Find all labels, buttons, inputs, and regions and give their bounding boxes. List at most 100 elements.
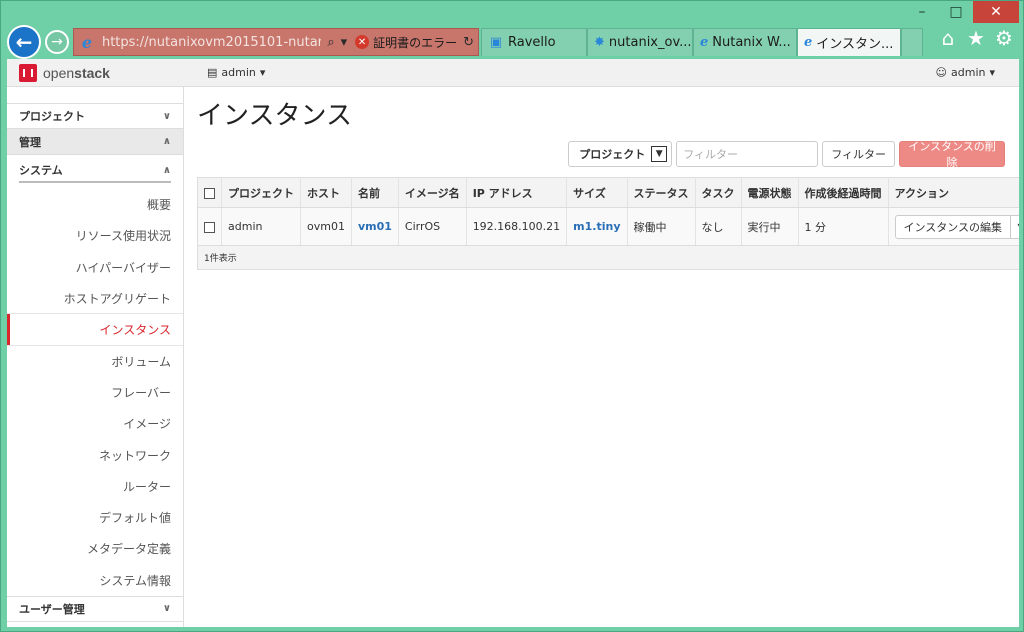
column-header[interactable]: IP アドレス [466, 177, 568, 208]
sidebar-item-networks[interactable]: ネットワーク [7, 439, 183, 470]
sidebar: プロジェクト ∨ 管理 ∧ システム ∧ 概要 リソース使用状況 ハイパーバイザ… [7, 87, 184, 627]
chevron-down-icon: ∨ [162, 603, 171, 615]
cell-image: CirrOS [398, 207, 467, 246]
tab-label: Ravello [508, 35, 556, 50]
filter-button[interactable]: フィルター [822, 141, 895, 167]
column-header: アクション [888, 177, 1019, 208]
sidebar-section-label: プロジェクト [19, 110, 85, 123]
column-header[interactable]: サイズ [566, 177, 628, 208]
user-label: admin [951, 66, 986, 79]
url-text[interactable]: https://nutanixovm2015101-nutan... [102, 35, 321, 50]
cell-project: admin [221, 207, 301, 246]
caret-down-icon: ▾ [989, 66, 995, 79]
delete-instances-button[interactable]: インスタンスの削除 [899, 140, 1005, 169]
cell-host: ovm01 [300, 207, 352, 246]
action-split-button: インスタンスの編集 ▼ [894, 214, 1019, 239]
sidebar-item-overview[interactable]: 概要 [7, 189, 183, 220]
project-dropdown[interactable]: ▤ admin ▾ [207, 66, 265, 79]
column-header[interactable]: ホスト [300, 177, 352, 208]
gear-icon[interactable]: ⚙ [993, 26, 1015, 50]
caret-down-icon[interactable]: ▼ [1011, 214, 1019, 239]
column-header[interactable]: タスク [695, 177, 742, 208]
sidebar-item-hypervisors[interactable]: ハイパーバイザー [7, 252, 183, 283]
close-icon[interactable]: ✕ [973, 1, 1019, 23]
row-count: 1件表示 [197, 245, 1019, 270]
edit-instance-button[interactable]: インスタンスの編集 [894, 214, 1012, 239]
sidebar-section-project[interactable]: プロジェクト ∨ [7, 103, 183, 129]
sidebar-item-host-aggregates[interactable]: ホストアグリゲート [7, 283, 183, 314]
web-page: openstack ▤ admin ▾ ☺ admin ▾ プロジェクト ∨ 管… [7, 59, 1019, 627]
flavor-link[interactable]: m1.tiny [566, 207, 628, 246]
new-tab-button[interactable] [901, 28, 923, 56]
user-icon: ☺ [935, 66, 947, 79]
column-header[interactable]: 名前 [351, 177, 399, 208]
tab-nutanix-web[interactable]: e Nutanix W... [693, 28, 797, 56]
ravello-icon: ▣ [489, 35, 503, 50]
back-arrow-icon[interactable]: ← [7, 25, 41, 59]
ie-icon: e [804, 35, 813, 50]
sidebar-item-flavors[interactable]: フレーバー [7, 377, 183, 408]
sidebar-section-user-management[interactable]: ユーザー管理 ∨ [7, 595, 183, 622]
sidebar-item-instances[interactable]: インスタンス [7, 314, 183, 346]
column-header[interactable]: プロジェクト [221, 177, 301, 208]
project-label: admin [221, 66, 256, 79]
cert-error-icon[interactable]: ✕ [355, 35, 370, 49]
instance-name-link[interactable]: vm01 [351, 207, 399, 246]
pinwheel-icon: ✸ [594, 35, 605, 50]
maximize-icon[interactable]: □ [939, 1, 973, 23]
column-header[interactable]: ステータス [627, 177, 696, 208]
filter-input[interactable] [676, 141, 819, 167]
sidebar-item-resource-usage[interactable]: リソース使用状況 [7, 220, 183, 251]
column-header[interactable]: イメージ名 [398, 177, 467, 208]
ie-icon: e [700, 35, 709, 50]
search-icon[interactable]: ⌕ [327, 35, 334, 50]
row-checkbox[interactable] [204, 221, 215, 233]
caret-down-icon: ▾ [259, 66, 266, 79]
cell-actions: インスタンスの編集 ▼ [888, 207, 1019, 246]
sidebar-item-system-info[interactable]: システム情報 [7, 565, 183, 596]
browser-toolbar-icons: ⌂ ★ ⚙ [937, 26, 1015, 50]
star-icon[interactable]: ★ [965, 26, 987, 50]
sidebar-item-volumes[interactable]: ボリューム [7, 345, 183, 376]
table-footer-row: 1件表示 [197, 245, 1019, 270]
main-content: インスタンス プロジェクト ▼ フィルター インスタンスの削除 プロジェクト ホ… [197, 87, 1019, 270]
chevron-down-icon[interactable]: ▾ [341, 35, 348, 50]
filter-field-select[interactable]: プロジェクト ▼ [568, 141, 673, 167]
address-bar[interactable]: e https://nutanixovm2015101-nutan... ⌕ ▾… [73, 28, 479, 56]
project-icon: ▤ [207, 66, 218, 79]
sidebar-subsection-label: システム [19, 164, 63, 177]
cert-error-label[interactable]: 証明書のエラー [373, 34, 457, 51]
openstack-logo-icon [19, 63, 37, 82]
table-header-row: プロジェクト ホスト 名前 イメージ名 IP アドレス サイズ ステータス タス… [197, 177, 1019, 208]
sidebar-item-defaults[interactable]: デフォルト値 [7, 502, 183, 533]
sidebar-section-admin[interactable]: 管理 ∧ [7, 129, 183, 155]
sidebar-item-metadata-definitions[interactable]: メタデータ定義 [7, 533, 183, 564]
column-header[interactable]: 電源状態 [741, 177, 799, 208]
column-header[interactable]: 作成後経過時間 [798, 177, 889, 208]
tab-ravello[interactable]: ▣ Ravello [481, 28, 587, 56]
tab-label: インスタン... [816, 37, 894, 52]
tab-label: Nutanix W... [712, 35, 791, 50]
top-navbar: openstack ▤ admin ▾ ☺ admin ▾ [7, 59, 1019, 87]
minimize-icon[interactable]: – [905, 1, 939, 23]
select-all-checkbox[interactable] [204, 187, 215, 199]
sidebar-subsection-system[interactable]: システム ∧ [7, 155, 183, 185]
sidebar-item-routers[interactable]: ルーター [7, 471, 183, 502]
cell-ip: 192.168.100.21 [466, 207, 568, 246]
tab-nutanix-ovm[interactable]: ✸ nutanix_ov... [587, 28, 693, 56]
browser-window: – □ ✕ ← → e https://nutanixovm2015101-nu… [0, 0, 1024, 632]
user-dropdown[interactable]: ☺ admin ▾ [936, 66, 995, 79]
openstack-logo[interactable]: openstack [19, 63, 110, 82]
sidebar-item-images[interactable]: イメージ [7, 408, 183, 439]
logo-text: openstack [43, 64, 110, 81]
cell-power: 実行中 [741, 207, 799, 246]
page-title: インスタンス [197, 101, 352, 131]
tab-strip: ▣ Ravello ✸ nutanix_ov... e Nutanix W...… [481, 28, 923, 56]
tab-instances[interactable]: e インスタン... ✕ [797, 28, 901, 56]
window-controls: – □ ✕ [905, 1, 1019, 23]
filter-field-label: プロジェクト [579, 148, 646, 161]
forward-arrow-icon[interactable]: → [45, 30, 69, 54]
home-icon[interactable]: ⌂ [937, 26, 959, 50]
chevron-up-icon: ∧ [162, 136, 171, 147]
refresh-icon[interactable]: ↻ [463, 35, 474, 50]
